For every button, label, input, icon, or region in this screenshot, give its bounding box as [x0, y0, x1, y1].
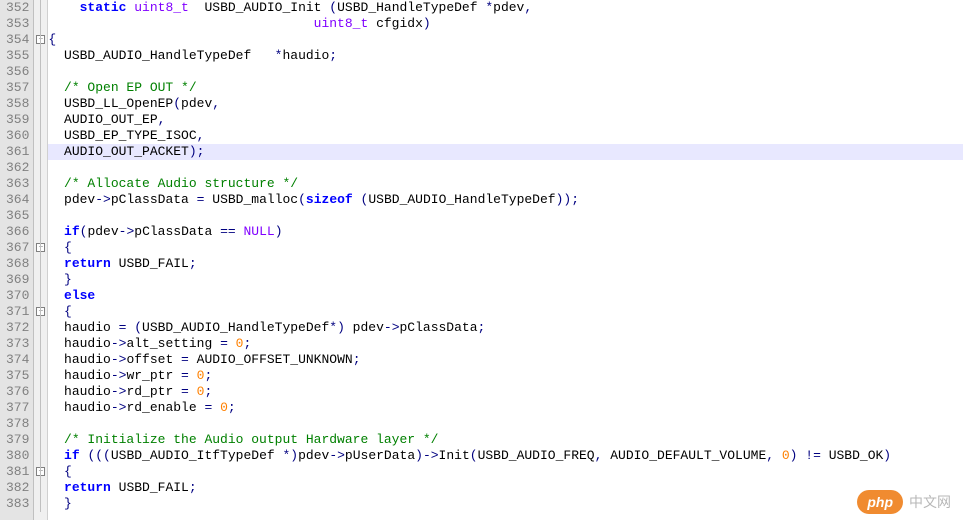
line-number: 376 [6, 384, 29, 400]
line-number: 369 [6, 272, 29, 288]
watermark-text: 中文网 [909, 492, 951, 512]
line-number: 354 [6, 32, 29, 48]
line-number: 352 [6, 0, 29, 16]
line-number: 377 [6, 400, 29, 416]
code-line[interactable]: /* Initialize the Audio output Hardware … [48, 432, 963, 448]
line-number: 355 [6, 48, 29, 64]
code-line[interactable] [48, 208, 963, 224]
code-line[interactable]: /* Allocate Audio structure */ [48, 176, 963, 192]
code-line[interactable]: USBD_LL_OpenEP(pdev, [48, 96, 963, 112]
line-number: 382 [6, 480, 29, 496]
line-number: 371 [6, 304, 29, 320]
code-line[interactable]: } [48, 272, 963, 288]
code-line[interactable]: haudio->rd_enable = 0; [48, 400, 963, 416]
code-line[interactable]: haudio->alt_setting = 0; [48, 336, 963, 352]
code-line[interactable]: { [48, 304, 963, 320]
watermark-badge: php [857, 490, 903, 514]
code-area[interactable]: static uint8_t USBD_AUDIO_Init (USBD_Han… [48, 0, 963, 520]
line-number: 364 [6, 192, 29, 208]
code-line[interactable]: { [48, 32, 963, 48]
line-number: 368 [6, 256, 29, 272]
line-number: 367 [6, 240, 29, 256]
line-number: 378 [6, 416, 29, 432]
line-number: 358 [6, 96, 29, 112]
code-line[interactable]: static uint8_t USBD_AUDIO_Init (USBD_Han… [48, 0, 963, 16]
code-line[interactable]: haudio = (USBD_AUDIO_HandleTypeDef*) pde… [48, 320, 963, 336]
code-line[interactable]: AUDIO_OUT_EP, [48, 112, 963, 128]
line-number: 383 [6, 496, 29, 512]
code-line[interactable]: haudio->offset = AUDIO_OFFSET_UNKNOWN; [48, 352, 963, 368]
code-line[interactable]: haudio->rd_ptr = 0; [48, 384, 963, 400]
code-line[interactable]: USBD_EP_TYPE_ISOC, [48, 128, 963, 144]
code-line[interactable]: } [48, 496, 963, 512]
line-number: 360 [6, 128, 29, 144]
line-number: 380 [6, 448, 29, 464]
code-line[interactable]: { [48, 464, 963, 480]
line-number: 365 [6, 208, 29, 224]
line-number: 379 [6, 432, 29, 448]
code-line[interactable]: if (((USBD_AUDIO_ItfTypeDef *)pdev->pUse… [48, 448, 963, 464]
code-line[interactable]: USBD_AUDIO_HandleTypeDef *haudio; [48, 48, 963, 64]
code-line[interactable] [48, 416, 963, 432]
line-number: 362 [6, 160, 29, 176]
line-number: 373 [6, 336, 29, 352]
line-number-gutter: 3523533543553563573583593603613623633643… [0, 0, 34, 520]
line-number: 361 [6, 144, 29, 160]
watermark: php 中文网 [857, 490, 951, 514]
line-number: 353 [6, 16, 29, 32]
code-line[interactable]: /* Open EP OUT */ [48, 80, 963, 96]
code-line[interactable] [48, 64, 963, 80]
line-number: 375 [6, 368, 29, 384]
fold-guide-line [40, 0, 41, 512]
code-line[interactable]: return USBD_FAIL; [48, 256, 963, 272]
code-line[interactable]: { [48, 240, 963, 256]
code-line[interactable]: AUDIO_OUT_PACKET); [48, 144, 963, 160]
line-number: 363 [6, 176, 29, 192]
code-line[interactable]: uint8_t cfgidx) [48, 16, 963, 32]
line-number: 372 [6, 320, 29, 336]
code-line[interactable]: return USBD_FAIL; [48, 480, 963, 496]
code-line[interactable]: pdev->pClassData = USBD_malloc(sizeof (U… [48, 192, 963, 208]
line-number: 356 [6, 64, 29, 80]
line-number: 374 [6, 352, 29, 368]
code-line[interactable]: else [48, 288, 963, 304]
line-number: 381 [6, 464, 29, 480]
fold-column[interactable]: −−−− [34, 0, 48, 520]
code-editor[interactable]: 3523533543553563573583593603613623633643… [0, 0, 963, 520]
code-line[interactable]: haudio->wr_ptr = 0; [48, 368, 963, 384]
line-number: 357 [6, 80, 29, 96]
line-number: 366 [6, 224, 29, 240]
line-number: 370 [6, 288, 29, 304]
line-number: 359 [6, 112, 29, 128]
code-line[interactable] [48, 160, 963, 176]
code-line[interactable]: if(pdev->pClassData == NULL) [48, 224, 963, 240]
